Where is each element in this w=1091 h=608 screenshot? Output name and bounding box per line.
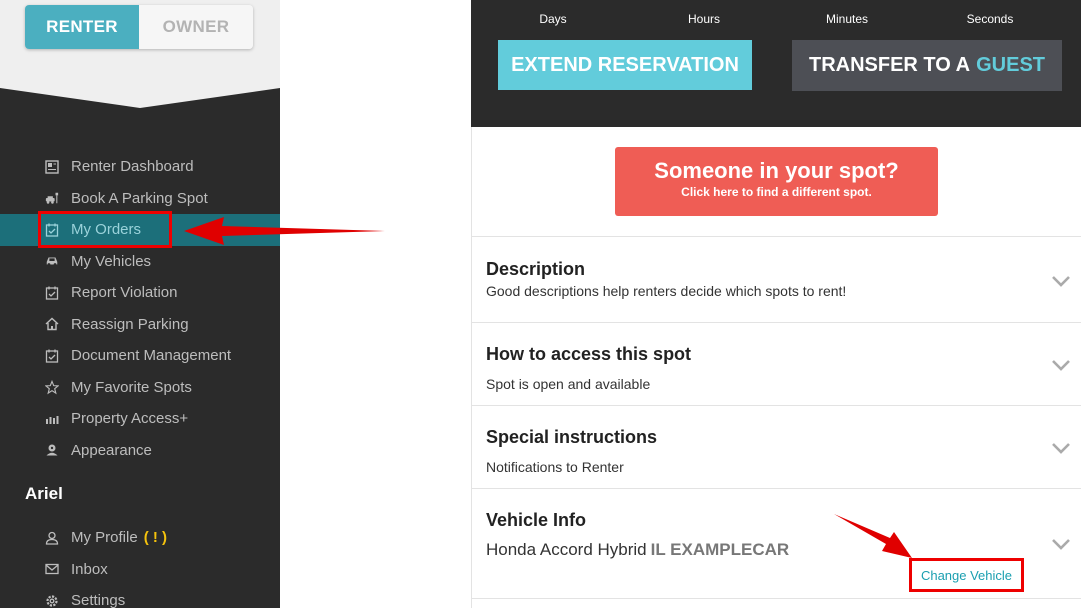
car-icon	[45, 254, 59, 268]
countdown: Days Hours Minutes Seconds	[471, 0, 1081, 32]
description-title: Description	[486, 259, 586, 279]
content-border	[471, 127, 472, 608]
countdown-minutes-label: Minutes	[825, 12, 869, 26]
dashboard-icon	[45, 160, 59, 174]
transfer-to-guest-button[interactable]: TRANSFER TO A GUEST	[792, 40, 1062, 91]
divider	[471, 322, 1081, 323]
my-orders-highlight	[38, 211, 172, 248]
someone-in-spot-button[interactable]: Someone in your spot? Click here to find…	[615, 147, 938, 216]
star-icon	[45, 379, 59, 395]
description-text: Good descriptions help renters decide wh…	[486, 283, 847, 299]
sidebar-item-favorite-spots[interactable]: My Favorite Spots	[0, 372, 280, 404]
sidebar-item-label: Inbox	[71, 560, 108, 578]
divider	[471, 405, 1081, 406]
chevron-down-icon[interactable]	[1051, 537, 1071, 551]
sidebar-item-property-access[interactable]: Property Access+	[0, 403, 280, 435]
vehicle-name: Honda Accord Hybrid IL EXAMPLECAR	[486, 540, 1046, 560]
access-section[interactable]: How to access this spot Spot is open and…	[486, 344, 1046, 392]
owner-toggle-button[interactable]: OWNER	[139, 5, 253, 49]
gear-icon	[45, 594, 59, 608]
sidebar-item-report-violation[interactable]: Report Violation	[0, 277, 280, 309]
report-icon	[45, 286, 59, 300]
sidebar-item-renter-dashboard[interactable]: Renter Dashboard	[0, 151, 280, 183]
role-toggle: RENTER OWNER	[25, 5, 253, 49]
divider	[471, 488, 1081, 489]
user-name: Ariel	[25, 484, 63, 503]
renter-toggle-button[interactable]: RENTER	[25, 5, 139, 49]
chevron-down-icon[interactable]	[1051, 441, 1071, 455]
sidebar-item-label: My Profile	[71, 529, 138, 547]
instructions-section[interactable]: Special instructions Notifications to Re…	[486, 427, 1046, 475]
sidebar-item-label: My Vehicles	[71, 252, 152, 270]
sidebar-item-document-management[interactable]: Document Management	[0, 340, 280, 372]
description-section[interactable]: Description Good descriptions help rente…	[486, 259, 1046, 299]
sidebar: RENTER OWNER Renter Dashboard Book A Par…	[0, 0, 280, 608]
access-text: Spot is open and available	[486, 376, 651, 392]
transfer-label: TRANSFER TO A	[808, 54, 971, 76]
vehicle-section: Vehicle Info Honda Accord Hybrid IL EXAMP…	[486, 510, 1046, 560]
change-vehicle-link[interactable]: Change Vehicle	[912, 561, 1021, 589]
document-icon	[45, 349, 59, 363]
spot-banner-title: Someone in your spot?	[654, 158, 899, 183]
sidebar-item-inbox[interactable]: Inbox	[0, 554, 280, 586]
countdown-seconds-label: Seconds	[966, 12, 1014, 26]
vehicle-model: Honda Accord Hybrid	[486, 540, 647, 559]
sidebar-item-label: Settings	[71, 592, 126, 608]
sidebar-item-label: Property Access+	[71, 410, 189, 428]
sidebar-item-label: Reassign Parking	[71, 315, 189, 333]
user-icon	[45, 531, 59, 545]
sidebar-item-settings[interactable]: Settings	[0, 585, 280, 608]
palette-icon	[45, 443, 59, 457]
home-icon	[45, 317, 59, 331]
sidebar-item-my-profile[interactable]: My Profile ( ! )	[0, 522, 280, 554]
sidebar-item-appearance[interactable]: Appearance	[0, 435, 280, 467]
instructions-title: Special instructions	[486, 427, 658, 447]
access-title: How to access this spot	[486, 344, 692, 364]
sidebar-item-label: Book A Parking Spot	[71, 189, 208, 207]
chevron-down-icon[interactable]	[1051, 274, 1071, 288]
sidebar-item-label: Report Violation	[71, 284, 178, 302]
mail-icon	[45, 562, 59, 576]
divider	[471, 598, 1081, 599]
spot-banner-subtitle: Click here to find a different spot.	[681, 185, 872, 199]
vehicle-title: Vehicle Info	[486, 510, 587, 530]
profile-warning-badge: ( ! )	[143, 529, 168, 547]
sidebar-item-book-parking[interactable]: Book A Parking Spot	[0, 183, 280, 215]
instructions-text: Notifications to Renter	[486, 459, 624, 475]
access-icon	[45, 412, 59, 426]
divider	[471, 236, 1081, 237]
sidebar-item-label: My Favorite Spots	[71, 378, 192, 396]
parking-car-icon	[45, 191, 59, 205]
sidebar-item-reassign-parking[interactable]: Reassign Parking	[0, 309, 280, 341]
transfer-accent-label: GUEST	[976, 54, 1046, 76]
countdown-days-label: Days	[539, 12, 567, 26]
vehicle-plate: IL EXAMPLECAR	[650, 540, 790, 559]
sidebar-item-my-vehicles[interactable]: My Vehicles	[0, 246, 280, 278]
user-nav: My Profile ( ! ) Inbox Settings	[0, 522, 280, 608]
reservation-panel: Days Hours Minutes Seconds EXTEND RESERV…	[471, 0, 1081, 127]
extend-reservation-button[interactable]: EXTEND RESERVATION	[498, 40, 752, 90]
sidebar-item-label: Appearance	[71, 441, 152, 459]
sidebar-item-label: Renter Dashboard	[71, 158, 194, 176]
chevron-down-icon[interactable]	[1051, 358, 1071, 372]
sidebar-item-label: Document Management	[71, 347, 232, 365]
countdown-hours-label: Hours	[687, 12, 720, 26]
sidebar-nav: Renter Dashboard Book A Parking Spot My …	[0, 151, 280, 466]
